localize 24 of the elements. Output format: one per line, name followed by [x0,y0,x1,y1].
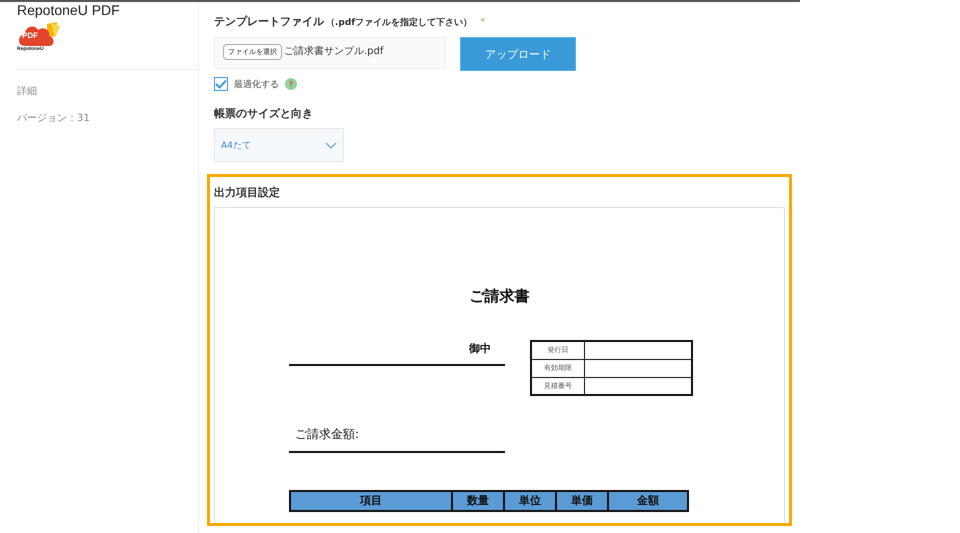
document-title: ご請求書 [468,287,530,306]
sidebar-item[interactable]: バージョン：31 [17,111,198,125]
cloud-logo-icon [17,22,61,46]
column-header: 単価 [556,491,608,511]
field-label: 出力項目設定 [214,185,280,200]
column-header: 金額 [608,491,688,511]
addressee-suffix: 御中 [469,342,491,355]
column-header: 単位 [504,491,556,511]
field-hint: （.pdfファイルを指定して下さい） [326,16,472,29]
help-icon[interactable]: ? [285,78,297,90]
app-title: RepotoneU PDF [17,2,121,18]
amount-label: ご請求金額: [295,427,360,441]
checkbox[interactable] [214,77,228,91]
required-mark: * [480,17,486,28]
column-header: 項目 [290,491,452,511]
field-label: 帳票のサイズと向き [214,106,313,121]
size-select[interactable]: A4たて [214,128,344,162]
checkbox-label: 最適化する [234,78,279,90]
sidebar-item[interactable]: 詳細 [17,84,198,98]
chevron-down-icon [325,142,337,148]
upload-button[interactable]: アップロード [460,37,576,71]
field-label: テンプレートファイル [214,14,324,29]
column-header: 数量 [452,491,504,511]
file-name: ご請求書サンプル.pdf [284,44,384,58]
